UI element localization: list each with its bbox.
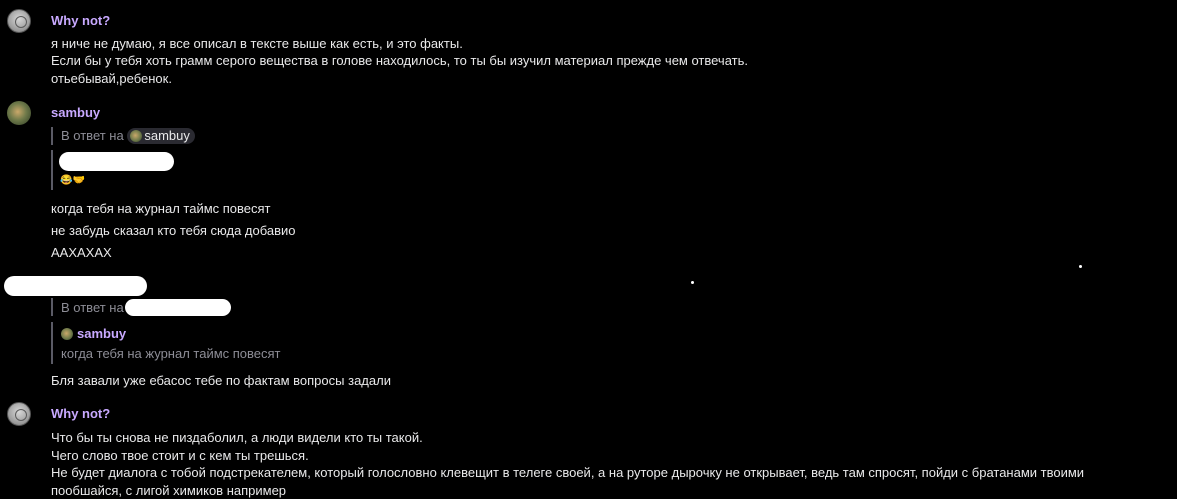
reply-label: В ответ на (61, 300, 124, 315)
quoted-emoji: 😂🤝 (60, 175, 85, 186)
avatar[interactable] (7, 402, 31, 426)
reply-user: sambuy (144, 128, 190, 143)
message-line: пообшайся, с лигой химиков например (51, 483, 287, 498)
reply-bar (51, 127, 53, 145)
stray-dot (691, 281, 694, 284)
message-line: Что бы ты снова не пиздаболил, а люди ви… (51, 430, 423, 445)
message-line: я ниче не думаю, я все описал в тексте в… (51, 36, 463, 51)
message-line: когда тебя на журнал таймс повесят (51, 201, 271, 216)
message-author[interactable]: Why not? (51, 406, 110, 421)
stray-dot (1079, 265, 1082, 268)
redacted-reply-user (125, 299, 231, 316)
message-line: не забудь сказал кто тебя сюда добавио (51, 223, 296, 238)
reply-header[interactable]: В ответ на sambuy (61, 128, 195, 144)
redacted-block (59, 152, 174, 171)
user-avatar-icon (61, 328, 73, 340)
message-line: Не будет диалога с тобой подстрекателем,… (51, 465, 1085, 480)
message-line: Если бы у тебя хоть грамм серого веществ… (51, 53, 748, 68)
user-avatar-icon (130, 130, 143, 142)
avatar[interactable] (7, 101, 31, 125)
message-line: Чего слово твое стоит и с кем ты трешься… (51, 448, 309, 463)
avatar[interactable] (7, 9, 31, 33)
reply-header[interactable]: В ответ на (61, 300, 124, 315)
quote-bar (51, 322, 53, 364)
quote-bar (51, 150, 53, 190)
quote-text: когда тебя на журнал таймс повесят (61, 346, 281, 361)
message-line: отьебывай,ребенок. (51, 71, 172, 86)
redacted-author (4, 276, 147, 296)
reply-user-chip[interactable]: sambuy (127, 128, 195, 144)
reply-bar (51, 298, 53, 316)
message-author[interactable]: sambuy (51, 105, 100, 120)
message-line: ААХАХАХ (51, 245, 112, 260)
message-line: Бля завали уже ебасос тебе по фактам воп… (51, 373, 391, 388)
quote-author[interactable]: sambuy (77, 326, 126, 341)
message-author[interactable]: Why not? (51, 13, 110, 28)
reply-label: В ответ на (61, 128, 124, 143)
